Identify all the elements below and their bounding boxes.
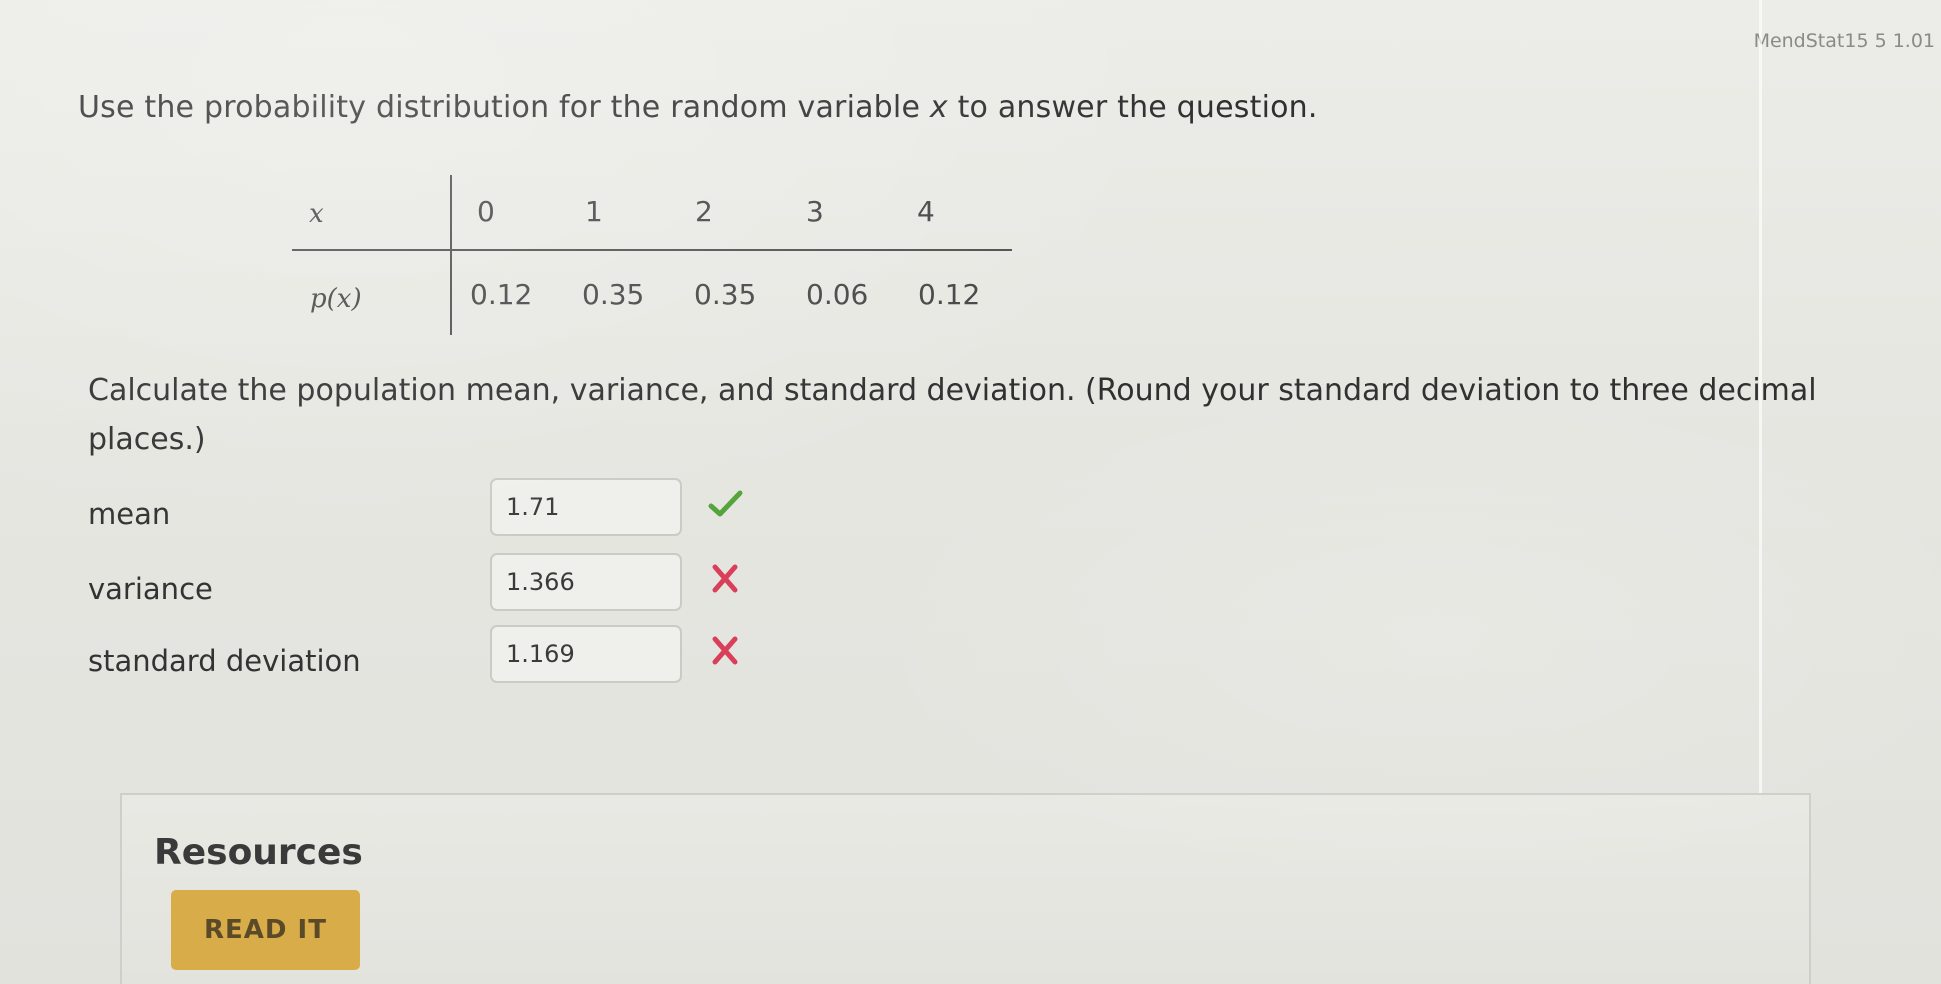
cross-icon — [712, 564, 738, 593]
question-instruction: Calculate the population mean, variance,… — [88, 373, 1817, 457]
probability-value: 0.35 — [582, 278, 645, 311]
standard-deviation-label: standard deviation — [88, 644, 361, 678]
probability-value: 0.12 — [918, 278, 981, 311]
p-row-label: p(x) — [310, 284, 362, 314]
table-vertical-divider — [450, 175, 452, 335]
standard-deviation-answer-row: standard deviation — [88, 625, 788, 695]
problem-id: MendStat15 5 1.01 — [1753, 30, 1935, 52]
standard-deviation-input[interactable] — [490, 625, 682, 683]
mean-label: mean — [88, 497, 171, 531]
x-value: 3 — [806, 195, 824, 228]
probability-value: 0.06 — [806, 278, 869, 311]
variance-answer-row: variance — [88, 553, 788, 623]
x-value: 0 — [477, 195, 495, 228]
prompt-text-before: Use the probability distribution for the… — [78, 90, 930, 125]
variance-label: variance — [88, 572, 213, 606]
question-prompt: Use the probability distribution for the… — [78, 90, 1318, 125]
cross-icon — [712, 636, 738, 665]
probability-value: 0.35 — [694, 278, 757, 311]
mean-answer-row: mean — [88, 478, 788, 548]
prompt-text-after: to answer the question. — [947, 90, 1318, 125]
x-row-label: x — [309, 199, 324, 229]
x-value: 1 — [585, 195, 603, 228]
mean-input[interactable] — [490, 478, 682, 536]
x-value: 2 — [695, 195, 713, 228]
read-it-button[interactable]: READ IT — [171, 890, 360, 970]
resources-panel — [120, 793, 1811, 984]
assignment-page: MendStat15 5 1.01 Use the probability di… — [0, 0, 1941, 984]
check-icon — [708, 490, 743, 517]
random-variable-name: x — [929, 90, 948, 125]
variance-input[interactable] — [490, 553, 682, 611]
x-value: 4 — [917, 195, 935, 228]
probability-distribution-table: x p(x) 0 1 2 3 4 0.12 0.35 0.35 0.06 0.1… — [292, 175, 1012, 335]
table-horizontal-divider — [292, 249, 1012, 251]
probability-value: 0.12 — [470, 278, 533, 311]
resources-title: Resources — [154, 832, 363, 873]
